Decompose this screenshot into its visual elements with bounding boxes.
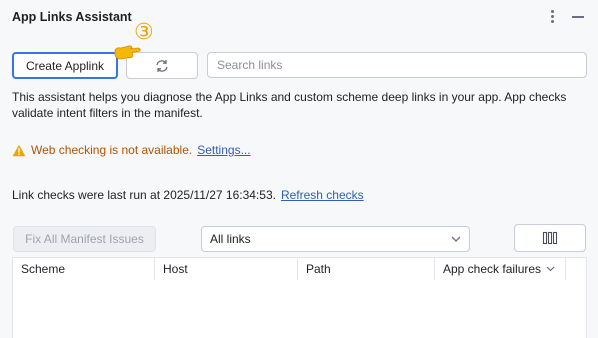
create-applink-label: Create Applink <box>25 58 105 73</box>
create-applink-button[interactable]: Create Applink <box>12 52 118 79</box>
column-header-scheme[interactable]: Scheme <box>13 258 155 280</box>
more-options-icon[interactable] <box>546 9 558 25</box>
columns-icon <box>542 231 558 245</box>
sort-chevron-icon <box>546 266 555 272</box>
fix-all-label: Fix All Manifest Issues <box>25 232 144 246</box>
column-header-spacer <box>566 258 586 280</box>
warning-row: Web checking is not available. Settings.… <box>12 143 251 157</box>
chevron-down-icon <box>451 236 461 242</box>
links-table-header: Scheme Host Path App check failures <box>12 257 587 281</box>
sync-icon <box>156 59 168 72</box>
column-header-app-check-failures[interactable]: App check failures <box>435 258 566 280</box>
refresh-checks-link[interactable]: Refresh checks <box>281 188 364 202</box>
links-table-body <box>12 280 587 338</box>
tool-window-title: App Links Assistant <box>12 10 132 24</box>
last-run-text: Link checks were last run at 2025/11/27 … <box>12 188 276 202</box>
assistant-description: This assistant helps you diagnose the Ap… <box>12 90 567 120</box>
settings-link[interactable]: Settings... <box>197 143 250 157</box>
search-input[interactable] <box>217 58 586 72</box>
column-header-app-check-failures-label: App check failures <box>443 262 542 276</box>
pointing-hand-icon <box>114 45 141 60</box>
columns-settings-button[interactable] <box>514 224 586 252</box>
fix-all-manifest-issues-button[interactable]: Fix All Manifest Issues <box>13 226 156 252</box>
minimize-icon[interactable] <box>572 16 584 18</box>
web-check-warning-text: Web checking is not available. <box>31 143 193 157</box>
column-header-host[interactable]: Host <box>155 258 298 280</box>
warning-icon <box>12 144 26 156</box>
column-header-path[interactable]: Path <box>298 258 435 280</box>
links-filter-value: All links <box>210 232 251 246</box>
links-filter-dropdown[interactable]: All links <box>201 226 470 252</box>
last-run-row: Link checks were last run at 2025/11/27 … <box>12 188 364 202</box>
search-links-field[interactable] <box>207 52 587 78</box>
